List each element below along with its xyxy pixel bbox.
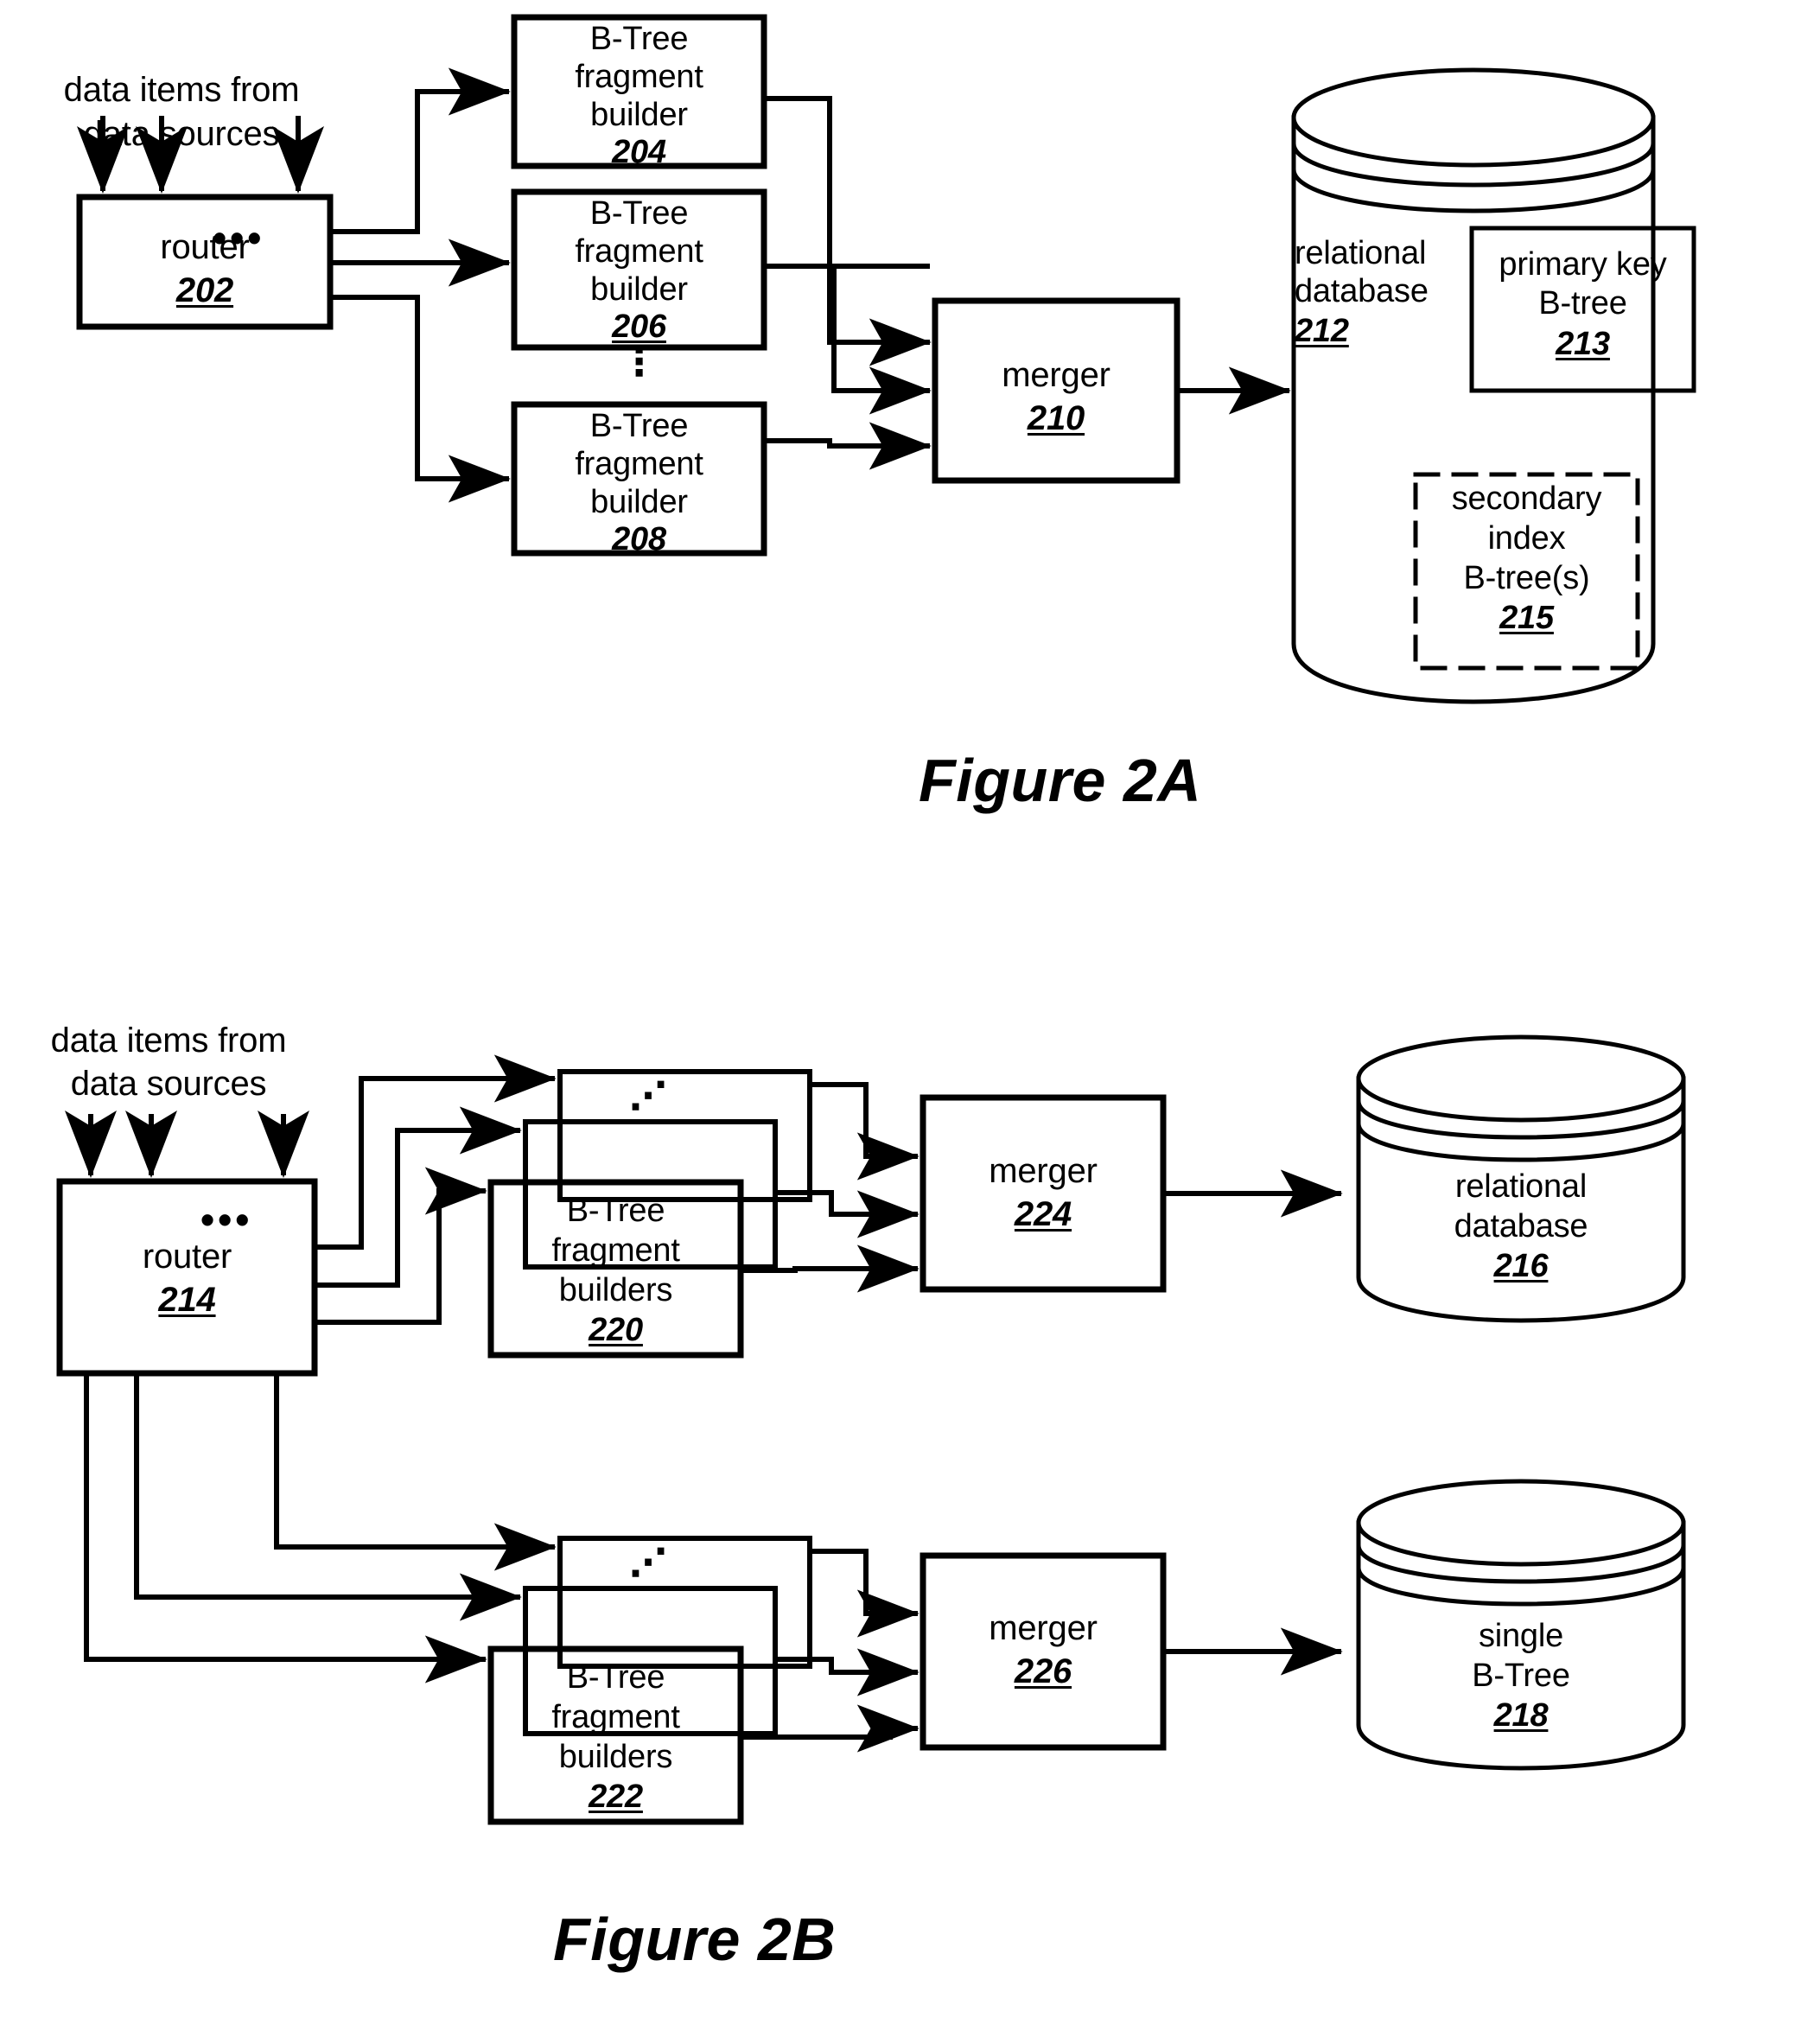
fig2a-builder-206-line3: builder — [590, 271, 688, 308]
fig2b-stack-220-line3: builders — [558, 1272, 673, 1308]
fig2b-database-216-line1: relational — [1454, 1168, 1588, 1205]
fig2b-stack-222-line2: fragment — [551, 1699, 680, 1735]
fig2a-secondary-index-ref: 215 — [1499, 600, 1554, 636]
fig2b-router-ref: 214 — [158, 1281, 216, 1319]
fig2a-secondary-index-line3: B-tree(s) — [1463, 560, 1590, 596]
fig2a-builder-204-ref: 204 — [612, 134, 666, 170]
fig2b-stack-220-line1: B-Tree — [566, 1193, 665, 1229]
fig2a-input-label-line1: data items from — [63, 71, 300, 109]
fig2b-store-218-line2: B-Tree — [1472, 1658, 1570, 1694]
fig2a-database-212-ref: 212 — [1295, 313, 1349, 349]
fig2a-router-label: router — [160, 228, 250, 266]
fig2a-builder-208-ref: 208 — [612, 521, 666, 557]
fig2a-builder-206-line1: B-Tree — [589, 195, 689, 232]
fig2b-merger-226-label: merger — [989, 1609, 1098, 1647]
fig2a-database-212-line1: relational — [1295, 235, 1427, 271]
fig2a-secondary-index-line2: index — [1487, 520, 1566, 557]
fig2a-builder-208-line2: fragment — [575, 446, 703, 482]
fig2b-router-label: router — [142, 1238, 232, 1276]
fig2b-input-label-line1: data items from — [50, 1022, 287, 1060]
diagram-text-layer: data items from data sources ••• router … — [0, 0, 1820, 2024]
fig2b-stack-220-ref: 220 — [589, 1312, 643, 1348]
fig2b-stack-220-line2: fragment — [551, 1232, 680, 1269]
fig2a-vertical-ellipsis: ⋮ — [619, 339, 659, 384]
fig2b-database-216-ref: 216 — [1493, 1248, 1549, 1284]
fig2a-secondary-index-line1: secondary — [1451, 481, 1602, 517]
fig2b-stack-222-line3: builders — [558, 1739, 673, 1775]
fig2b-stack-222-ref: 222 — [589, 1779, 643, 1815]
fig2b-database-216-line2: database — [1454, 1208, 1588, 1244]
fig2b-stack-222-ellipsis: ⋰ — [629, 1542, 667, 1584]
fig2a-builder-204-line1: B-Tree — [589, 21, 689, 57]
fig2b-input-ellipsis: ••• — [200, 1197, 253, 1242]
fig2a-router-ref: 202 — [175, 271, 234, 309]
fig2a-primary-key-btree-line2: B-tree — [1538, 285, 1627, 321]
fig2a-builder-208-line1: B-Tree — [589, 408, 689, 444]
fig2a-primary-key-btree-ref: 213 — [1556, 326, 1610, 362]
fig2a-database-212-line2: database — [1295, 273, 1429, 309]
patent-drawing-sheet: data items from data sources ••• router … — [0, 0, 1820, 2024]
fig2b-stack-222-line1: B-Tree — [566, 1659, 665, 1696]
fig2b-stack-220-ellipsis: ⋰ — [629, 1075, 667, 1117]
fig2b-merger-226-ref: 226 — [1014, 1652, 1072, 1690]
fig2a-builder-204-line2: fragment — [575, 59, 703, 95]
fig2a-merger-210-label: merger — [1002, 356, 1110, 394]
fig2a-builder-208-line3: builder — [590, 484, 688, 520]
fig2b-input-label-line2: data sources — [70, 1065, 267, 1103]
fig2b-store-218-ref: 218 — [1493, 1697, 1549, 1734]
fig2b-merger-224-label: merger — [989, 1152, 1098, 1190]
fig2b-caption: Figure 2B — [553, 1906, 837, 1973]
fig2a-caption: Figure 2A — [919, 747, 1202, 814]
fig2a-builder-206-line2: fragment — [575, 233, 703, 270]
fig2a-merger-210-ref: 210 — [1027, 399, 1085, 437]
fig2a-input-label-line2: data sources — [83, 115, 280, 153]
fig2b-merger-224-ref: 224 — [1014, 1195, 1072, 1233]
fig2a-primary-key-btree-line1: primary key — [1499, 246, 1667, 283]
fig2a-builder-204-line3: builder — [590, 97, 688, 133]
fig2b-store-218-line1: single — [1478, 1618, 1564, 1654]
